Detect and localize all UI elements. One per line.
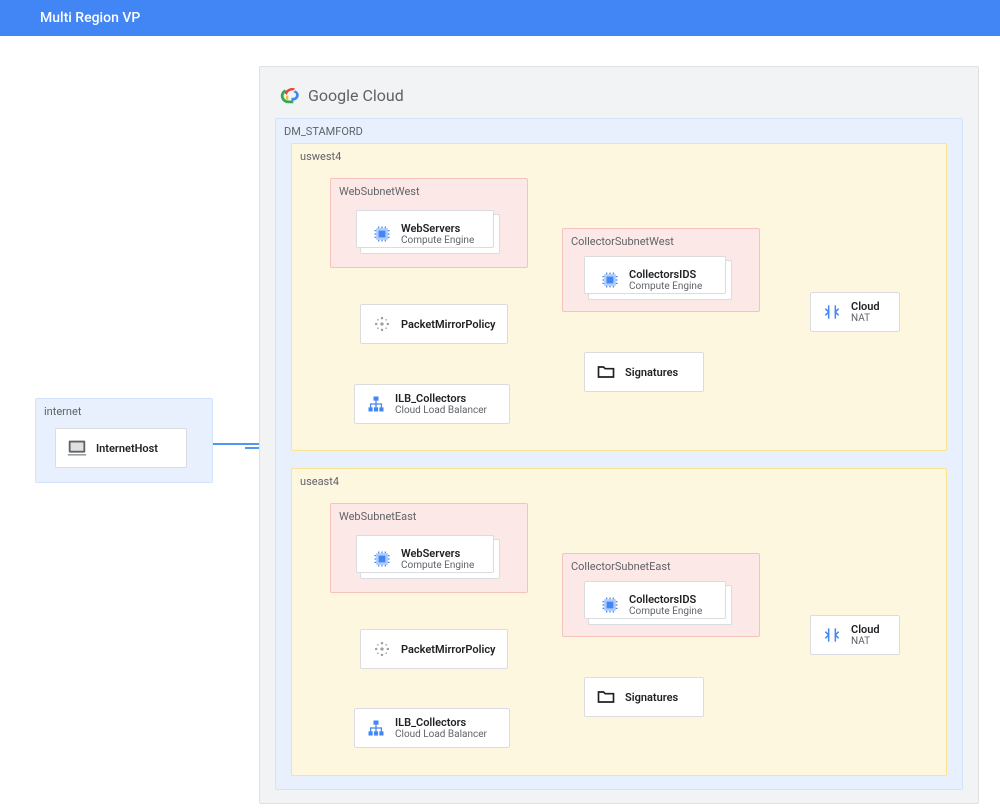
west-webservers-sub: Compute Engine	[401, 235, 474, 246]
east-webservers: WebServers Compute Engine	[360, 539, 500, 579]
compute-engine-icon	[599, 594, 621, 616]
folder-icon	[595, 361, 617, 383]
east-collectors-sub: Compute Engine	[629, 606, 702, 617]
compute-engine-icon	[599, 269, 621, 291]
east-ilb-sub: Cloud Load Balancer	[395, 729, 487, 740]
east-signatures: Signatures	[584, 677, 704, 717]
west-nat: Cloud NAT	[810, 292, 900, 332]
east-collectors: CollectorsIDS Compute Engine	[588, 585, 732, 625]
east-ilb: ILB_Collectors Cloud Load Balancer	[354, 708, 510, 748]
west-collectors: CollectorsIDS Compute Engine	[588, 260, 732, 300]
west-packet-mirror-title: PacketMirrorPolicy	[401, 318, 496, 331]
west-webservers: WebServers Compute Engine	[360, 214, 500, 254]
compute-engine-icon	[371, 548, 393, 570]
east-signatures-title: Signatures	[625, 691, 678, 704]
east-nat-sub: NAT	[851, 636, 880, 647]
load-balancer-icon	[365, 717, 387, 739]
diagram-canvas: Google Cloud DM_STAMFORD internet Intern…	[0, 36, 1000, 811]
web-subnet-east-name: WebSubnetEast	[339, 510, 416, 523]
folder-icon	[595, 686, 617, 708]
west-ilb-sub: Cloud Load Balancer	[395, 405, 487, 416]
vpc-name: DM_STAMFORD	[284, 125, 363, 138]
west-collectors-title: CollectorsIDS	[629, 268, 702, 281]
east-nat: Cloud NAT	[810, 615, 900, 655]
internet-label: internet	[44, 405, 81, 418]
packet-mirror-icon	[371, 638, 393, 660]
page-title: Multi Region VP	[40, 10, 140, 26]
west-nat-title: Cloud	[851, 300, 880, 313]
region-west-name: uswest4	[300, 150, 341, 163]
page-header: Multi Region VP	[0, 0, 1000, 36]
west-signatures-title: Signatures	[625, 366, 678, 379]
west-packet-mirror: PacketMirrorPolicy	[360, 304, 508, 344]
web-subnet-west-name: WebSubnetWest	[339, 185, 420, 198]
east-webservers-title: WebServers	[401, 547, 474, 560]
west-signatures: Signatures	[584, 352, 704, 392]
collector-subnet-east-name: CollectorSubnetEast	[571, 560, 671, 573]
collector-subnet-west-name: CollectorSubnetWest	[571, 235, 674, 248]
laptop-icon	[66, 437, 88, 459]
cloud-nat-icon	[821, 301, 843, 323]
west-webservers-title: WebServers	[401, 222, 474, 235]
google-cloud-logo: Google Cloud	[280, 84, 404, 106]
region-east-name: useast4	[300, 475, 339, 488]
internet-host-title: InternetHost	[96, 442, 158, 455]
west-ilb: ILB_Collectors Cloud Load Balancer	[354, 384, 510, 424]
internet-host: InternetHost	[55, 428, 187, 468]
east-webservers-sub: Compute Engine	[401, 560, 474, 571]
west-ilb-title: ILB_Collectors	[395, 392, 487, 405]
cloud-brand: Google Cloud	[308, 86, 404, 105]
gcloud-icon	[280, 84, 302, 106]
load-balancer-icon	[365, 393, 387, 415]
east-collectors-title: CollectorsIDS	[629, 593, 702, 606]
east-packet-mirror-title: PacketMirrorPolicy	[401, 643, 496, 656]
east-packet-mirror: PacketMirrorPolicy	[360, 629, 508, 669]
west-collectors-sub: Compute Engine	[629, 281, 702, 292]
east-ilb-title: ILB_Collectors	[395, 716, 487, 729]
cloud-nat-icon	[821, 624, 843, 646]
packet-mirror-icon	[371, 313, 393, 335]
east-nat-title: Cloud	[851, 623, 880, 636]
compute-engine-icon	[371, 223, 393, 245]
west-nat-sub: NAT	[851, 313, 880, 324]
